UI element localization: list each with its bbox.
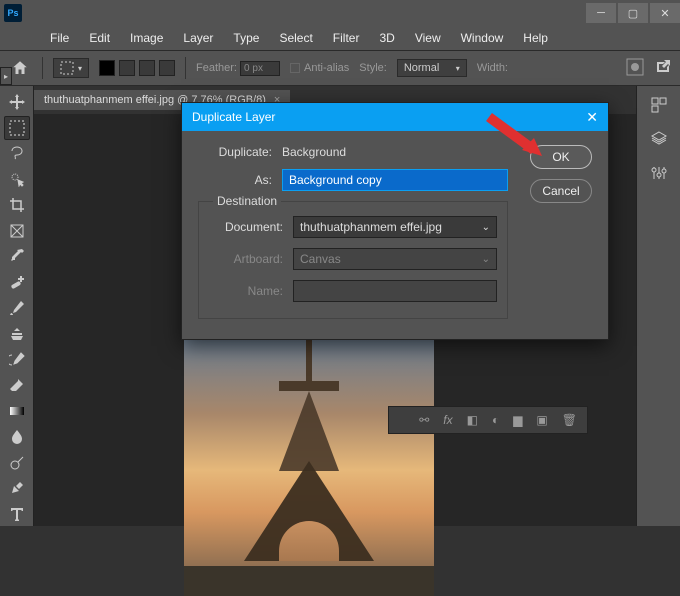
share-icon[interactable] [654,58,672,79]
menu-layer[interactable]: Layer [175,28,221,48]
quick-select-tool-icon[interactable] [4,167,30,191]
destination-legend: Destination [213,194,281,208]
adjustments-panel-icon[interactable] [648,162,670,184]
adjustment-layer-icon[interactable]: ◐ [492,413,499,427]
eyedropper-tool-icon[interactable] [4,245,30,269]
style-select[interactable]: Normal▾ [397,59,467,77]
mask-mode-icon[interactable] [626,58,644,79]
layers-panel-icon[interactable] [648,128,670,150]
subtract-selection-icon[interactable] [139,60,155,76]
group-icon[interactable]: ▆ [513,413,522,427]
antialias-checkbox[interactable]: Anti-alias [290,62,349,74]
name-input [293,280,497,302]
trash-icon[interactable]: 🗑 [562,413,577,427]
name-label: Name: [209,284,283,298]
as-label: As: [198,173,272,187]
cancel-button[interactable]: Cancel [530,179,592,203]
artboard-value: Canvas [300,252,341,266]
artboard-select: Canvas ⌄ [293,248,497,270]
layer-mask-icon[interactable]: ◧ [467,413,478,427]
as-input[interactable] [282,169,508,191]
menu-file[interactable]: File [42,28,77,48]
maximize-button[interactable]: ▢ [618,3,648,23]
feather-input[interactable] [240,61,280,76]
menu-window[interactable]: Window [453,28,512,48]
move-tool-icon[interactable] [4,90,30,114]
style-value: Normal [404,62,439,74]
expand-toolbar-icon[interactable]: ▸ [0,67,12,85]
options-bar: ▾ Feather: Anti-alias Style: Normal▾ Wid… [0,50,680,86]
collapsed-panels [636,86,680,526]
duplicate-layer-dialog: Duplicate Layer ✕ OK Cancel Duplicate: B… [181,102,609,340]
eraser-tool-icon[interactable] [4,373,30,397]
ok-button[interactable]: OK [530,145,592,169]
type-tool-icon[interactable] [4,502,30,526]
layers-panel-footer: ⚯ fx ◧ ◐ ▆ ▣ 🗑 [388,406,588,434]
history-brush-tool-icon[interactable] [4,348,30,372]
tools-panel [0,86,34,526]
selection-mode-icons[interactable] [99,60,175,76]
menu-help[interactable]: Help [515,28,556,48]
width-label: Width: [477,62,508,74]
minimize-button[interactable]: ─ [586,3,616,23]
dialog-close-icon[interactable]: ✕ [586,109,598,126]
chevron-down-icon: ⌄ [482,222,490,233]
dialog-titlebar[interactable]: Duplicate Layer ✕ [182,103,608,131]
document-select[interactable]: thuthuatphanmem effei.jpg ⌄ [293,216,497,238]
marquee-tool-preset[interactable]: ▾ [53,58,89,78]
canvas-image[interactable] [184,316,434,596]
menu-3d[interactable]: 3D [371,28,402,48]
link-layers-icon[interactable]: ⚯ [419,413,429,427]
lasso-tool-icon[interactable] [4,142,30,166]
divider [185,57,186,79]
antialias-label: Anti-alias [304,62,349,74]
menu-type[interactable]: Type [225,28,267,48]
menu-select[interactable]: Select [271,28,320,48]
marquee-tool-icon[interactable] [4,116,30,140]
style-label: Style: [359,62,387,74]
frame-tool-icon[interactable] [4,219,30,243]
document-value: thuthuatphanmem effei.jpg [300,220,442,234]
gradient-tool-icon[interactable] [4,399,30,423]
intersect-selection-icon[interactable] [159,60,175,76]
feather-field: Feather: [196,61,280,76]
blur-tool-icon[interactable] [4,425,30,449]
window-controls: ─ ▢ ✕ [584,3,680,23]
document-label: Document: [209,220,283,234]
menu-view[interactable]: View [407,28,449,48]
chevron-down-icon: ⌄ [482,254,490,265]
dodge-tool-icon[interactable] [4,451,30,475]
layer-fx-icon[interactable]: fx [443,413,452,427]
crop-tool-icon[interactable] [4,193,30,217]
duplicate-value: Background [282,145,346,159]
close-button[interactable]: ✕ [650,3,680,23]
dialog-title: Duplicate Layer [192,110,275,124]
duplicate-label: Duplicate: [198,145,272,159]
pen-tool-icon[interactable] [4,477,30,501]
feather-label: Feather: [196,62,237,74]
titlebar: Ps ─ ▢ ✕ [0,0,680,26]
add-selection-icon[interactable] [119,60,135,76]
new-selection-icon[interactable] [99,60,115,76]
brush-tool-icon[interactable] [4,296,30,320]
artboard-label: Artboard: [209,252,283,266]
libraries-panel-icon[interactable] [648,94,670,116]
new-layer-icon[interactable]: ▣ [536,413,547,427]
menu-edit[interactable]: Edit [81,28,118,48]
photoshop-logo-icon: Ps [4,4,22,22]
healing-brush-tool-icon[interactable] [4,270,30,294]
menubar: File Edit Image Layer Type Select Filter… [0,26,680,50]
menu-filter[interactable]: Filter [325,28,368,48]
divider [42,57,43,79]
clone-stamp-tool-icon[interactable] [4,322,30,346]
menu-image[interactable]: Image [122,28,171,48]
